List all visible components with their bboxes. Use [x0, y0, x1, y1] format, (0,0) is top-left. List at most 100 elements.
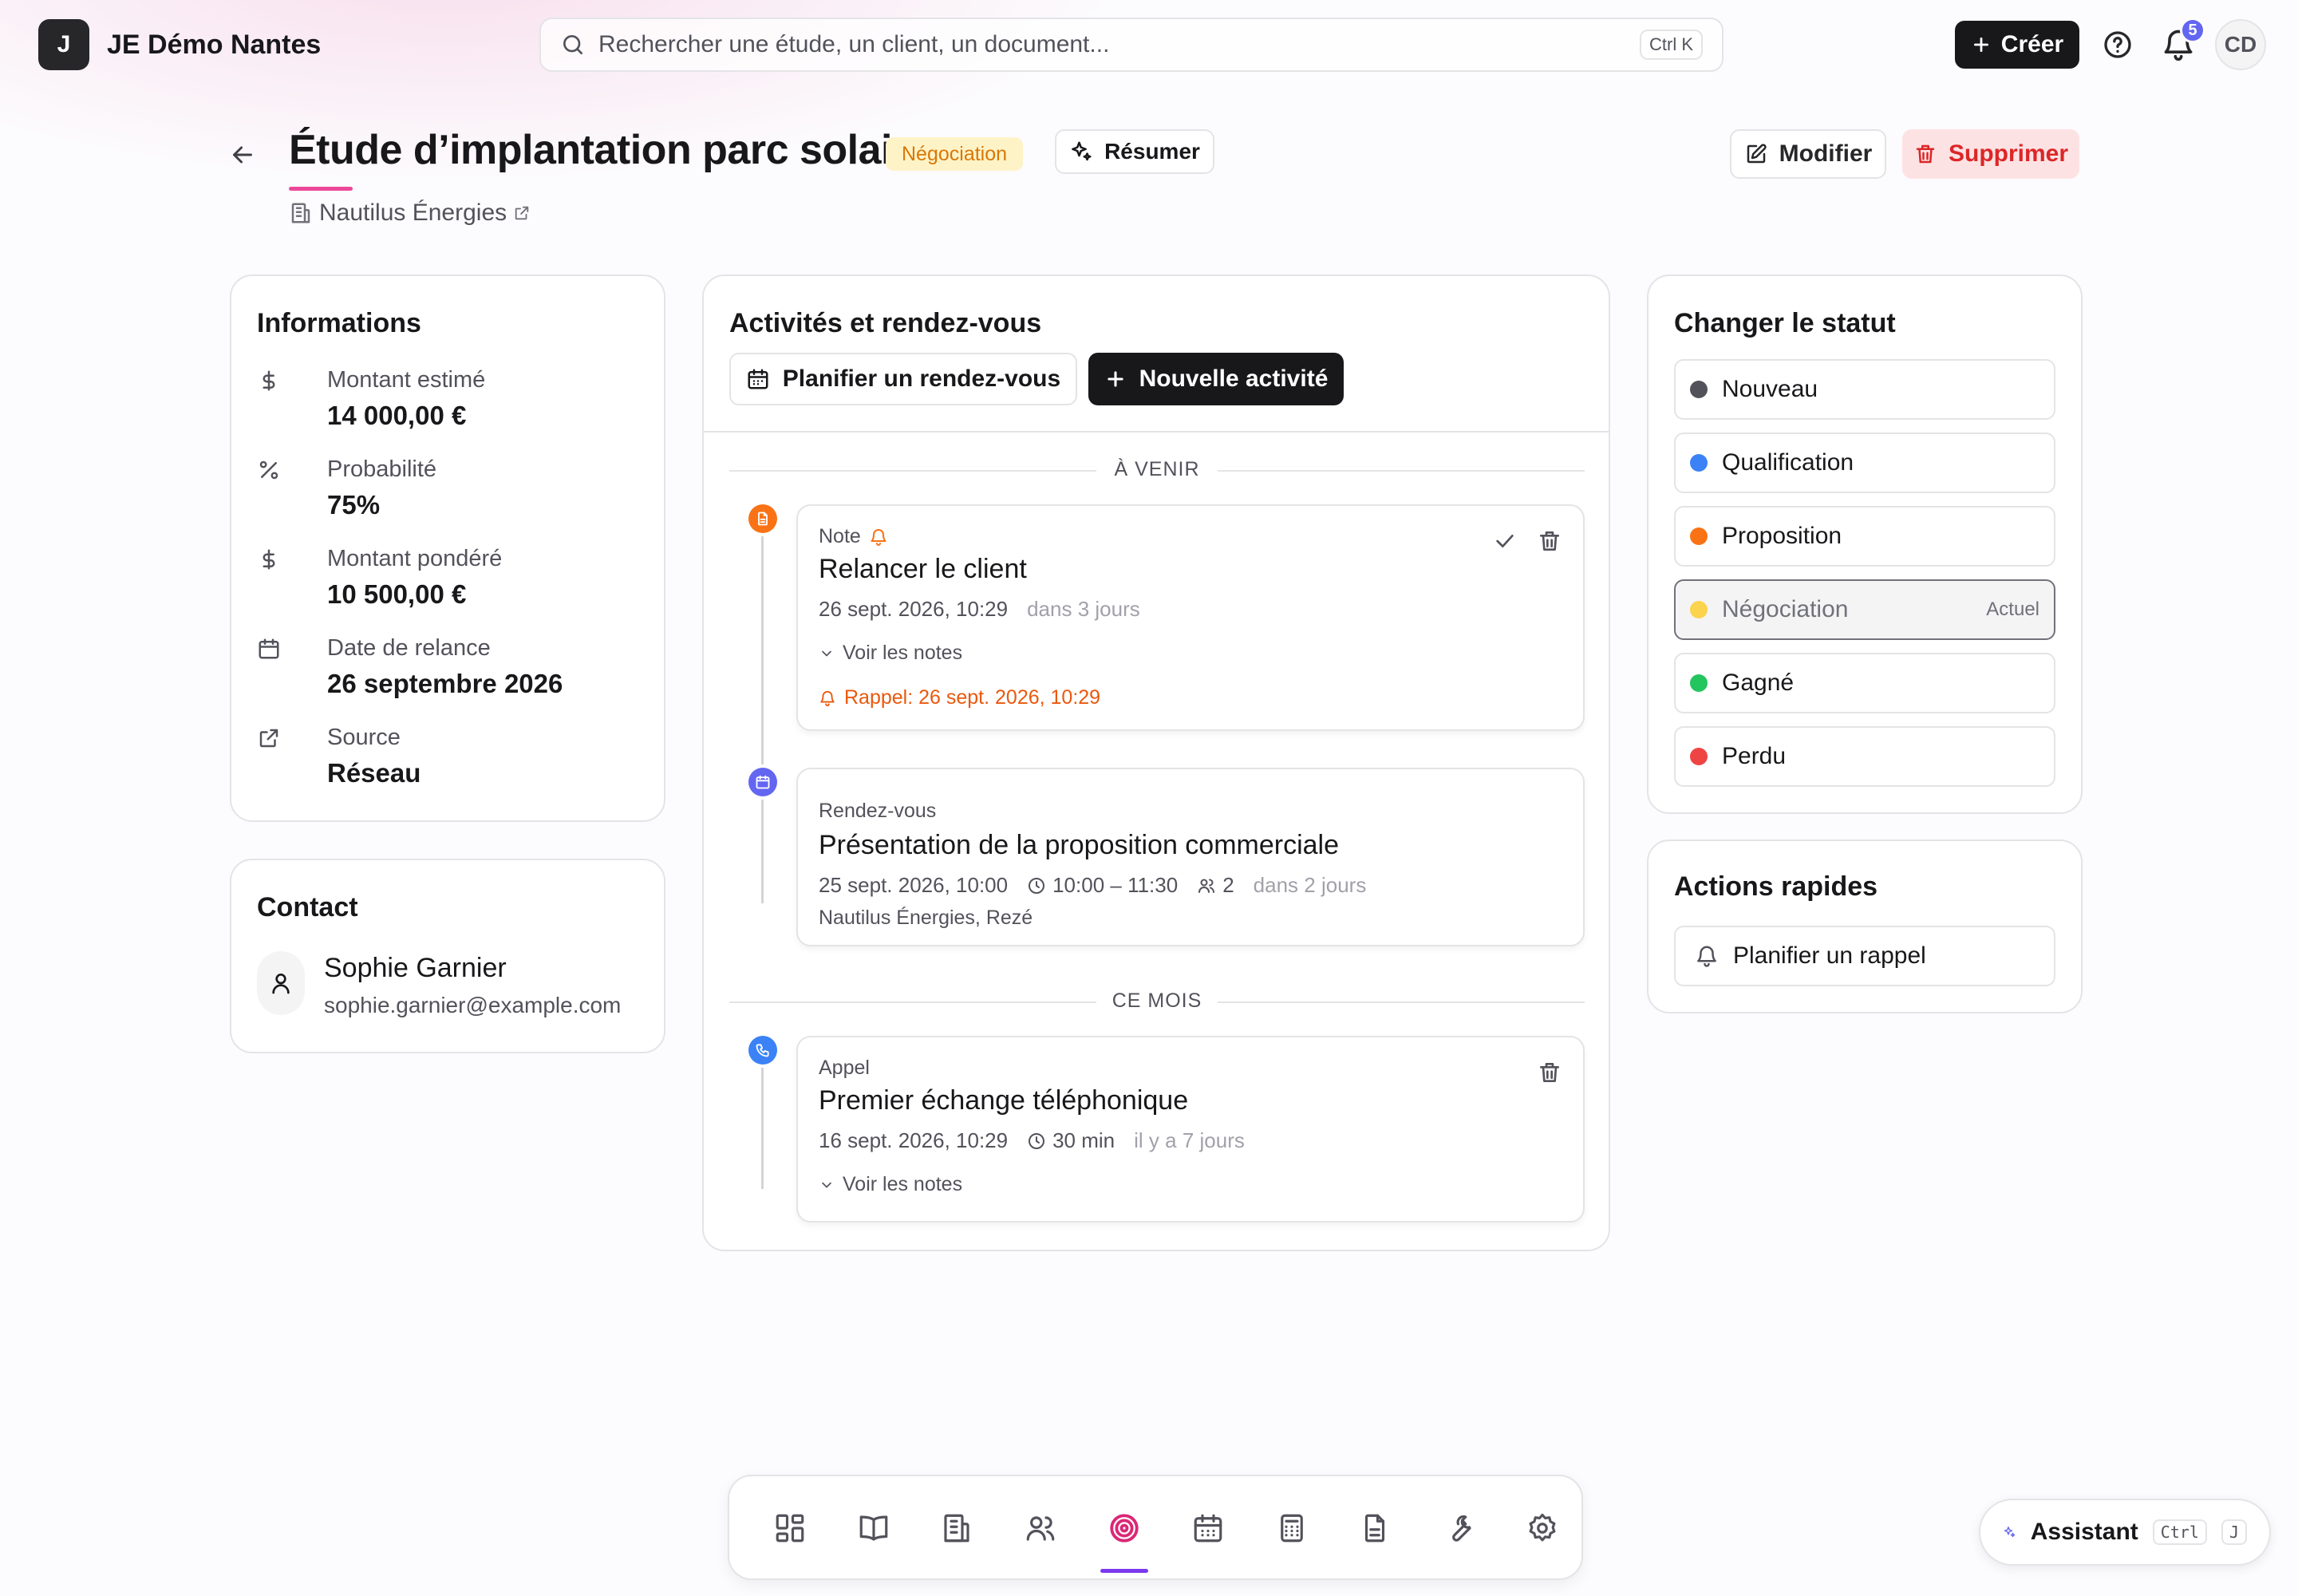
- dock-settings[interactable]: [1514, 1500, 1570, 1556]
- attendees-count: 2: [1222, 873, 1234, 897]
- calendar-icon: [748, 369, 768, 389]
- activity-date: 16 sept. 2026, 10:29: [819, 1128, 1009, 1152]
- time-range-text: 10:00 – 11:30: [1052, 873, 1179, 897]
- contact-card: Contact Sophie Garnier sophie.garnier@ex…: [230, 859, 665, 1053]
- note-marker: [748, 504, 777, 533]
- sparkles-icon: [1072, 141, 1092, 161]
- schedule-reminder-button[interactable]: Planifier un rappel: [1674, 926, 2055, 986]
- activity-reminder: Rappel: 26 sept. 2026, 10:29: [819, 686, 1100, 709]
- activity-relative-time: dans 2 jours: [1253, 873, 1367, 897]
- info-label: Probabilité: [327, 456, 437, 482]
- document-icon: [758, 512, 768, 526]
- search-input[interactable]: [598, 31, 1640, 58]
- quick-actions-card: Actions rapides Planifier un rappel: [1647, 839, 2083, 1013]
- workspace-name: JE Démo Nantes: [107, 29, 322, 60]
- activities-title: Activités et rendez-vous: [729, 308, 1042, 338]
- activity-relative-time: dans 3 jours: [1027, 597, 1140, 621]
- help-icon: [2104, 31, 2131, 58]
- contact-name[interactable]: Sophie Garnier: [324, 953, 507, 984]
- global-search[interactable]: Ctrl K: [539, 18, 1724, 72]
- status-option-label: Gagné: [1722, 670, 1795, 696]
- dock-opportunities[interactable]: [1096, 1500, 1152, 1556]
- calendar-icon: [259, 638, 279, 659]
- meeting-marker: [748, 768, 777, 796]
- workspace-switcher[interactable]: J JE Démo Nantes: [38, 19, 321, 70]
- dock-calculator[interactable]: [1264, 1500, 1320, 1556]
- mark-done-button[interactable]: [1492, 528, 1519, 555]
- calendar-icon: [1194, 1514, 1222, 1543]
- new-activity-button[interactable]: Nouvelle activité: [1088, 353, 1344, 405]
- dock-documents[interactable]: [1347, 1500, 1403, 1556]
- help-button[interactable]: [2102, 29, 2134, 61]
- view-notes-toggle[interactable]: Voir les notes: [819, 642, 962, 665]
- change-status-title: Changer le statut: [1674, 308, 1896, 338]
- new-activity-label: Nouvelle activité: [1139, 365, 1329, 392]
- assistant-shortcut-j: J: [2221, 1519, 2247, 1545]
- calendar-icon: [756, 775, 770, 789]
- view-notes-label: Voir les notes: [843, 1173, 963, 1195]
- company-name: Nautilus Énergies: [319, 200, 507, 226]
- bell-icon: [820, 690, 835, 706]
- page-title: Étude d’implantation parc solaire: [289, 127, 931, 173]
- summarize-button[interactable]: Résumer: [1055, 129, 1214, 174]
- status-dot: [1690, 454, 1708, 472]
- delete-button[interactable]: Supprimer: [1902, 129, 2079, 179]
- reminder-text: Rappel: 26 sept. 2026, 10:29: [844, 686, 1101, 709]
- dock-companies[interactable]: [929, 1500, 985, 1556]
- dock-tools[interactable]: [1431, 1500, 1487, 1556]
- activity-meta: 16 sept. 2026, 10:29 30 min il y a 7 jou…: [819, 1128, 1245, 1153]
- schedule-meeting-label: Planifier un rendez-vous: [782, 365, 1061, 392]
- book-icon: [859, 1515, 888, 1541]
- activity-duration: 30 min: [1027, 1128, 1115, 1153]
- status-option-proposition[interactable]: Proposition: [1674, 506, 2055, 567]
- current-status-tag: Actuel: [1986, 598, 2039, 620]
- edit-button[interactable]: Modifier: [1730, 129, 1886, 179]
- company-link[interactable]: Nautilus Énergies: [289, 200, 531, 227]
- status-option-perdu[interactable]: Perdu: [1674, 726, 2055, 787]
- user-avatar[interactable]: CD: [2215, 19, 2266, 70]
- dock-calendar[interactable]: [1180, 1500, 1236, 1556]
- status-option-label: Qualification: [1722, 449, 1854, 476]
- duration-text: 30 min: [1052, 1128, 1115, 1152]
- back-button[interactable]: [228, 140, 257, 169]
- contact-email[interactable]: sophie.garnier@example.com: [324, 993, 621, 1018]
- schedule-meeting-button[interactable]: Planifier un rendez-vous: [729, 353, 1077, 405]
- schedule-reminder-label: Planifier un rappel: [1733, 942, 1926, 969]
- delete-activity-button[interactable]: [1537, 1060, 1564, 1087]
- info-label: Montant estimé: [327, 367, 486, 393]
- view-notes-toggle[interactable]: Voir les notes: [819, 1173, 962, 1196]
- wrench-icon: [1452, 1515, 1471, 1542]
- chevron-down-icon: [822, 1182, 831, 1187]
- activities-card: Activités et rendez-vous Planifier un re…: [702, 275, 1610, 1251]
- assistant-button[interactable]: Assistant Ctrl J: [1979, 1499, 2271, 1566]
- edit-label: Modifier: [1779, 140, 1873, 167]
- dock-contacts[interactable]: [1013, 1500, 1068, 1556]
- settings-icon: [1529, 1513, 1556, 1542]
- group-separator-upcoming: À VENIR: [729, 458, 1585, 482]
- activity-item-meeting[interactable]: Rendez-vous Présentation de la propositi…: [796, 768, 1585, 946]
- bell-icon: [871, 528, 886, 546]
- activity-type-label: Rendez-vous: [819, 800, 937, 822]
- info-label: Date de relance: [327, 635, 491, 661]
- delete-activity-button[interactable]: [1537, 528, 1564, 555]
- status-option-qualification[interactable]: Qualification: [1674, 433, 2055, 493]
- phone-icon: [756, 1044, 769, 1057]
- status-option-negociation[interactable]: Négociation Actuel: [1674, 579, 2055, 640]
- activity-item-note[interactable]: Note Relancer le client 26 sept. 2026, 1…: [796, 504, 1585, 731]
- building-icon: [944, 1514, 969, 1543]
- divider: [704, 431, 1609, 433]
- plus-icon: [1107, 371, 1123, 387]
- status-dot: [1690, 748, 1708, 765]
- create-button[interactable]: Créer: [1955, 21, 2079, 69]
- assistant-shortcut-ctrl: Ctrl: [2152, 1519, 2207, 1545]
- group-separator-this-month: CE MOIS: [729, 990, 1585, 1013]
- status-option-nouveau[interactable]: Nouveau: [1674, 359, 2055, 420]
- dock-dashboard[interactable]: [762, 1500, 818, 1556]
- status-option-gagne[interactable]: Gagné: [1674, 653, 2055, 713]
- activity-type: Appel: [819, 1057, 870, 1080]
- activity-title: Premier échange téléphonique: [819, 1085, 1189, 1116]
- activity-item-call[interactable]: Appel Premier échange téléphonique 16 se…: [796, 1036, 1585, 1223]
- trash-icon: [1916, 144, 1935, 164]
- dock-knowledge[interactable]: [846, 1500, 902, 1556]
- status-option-label: Négociation: [1722, 596, 1849, 622]
